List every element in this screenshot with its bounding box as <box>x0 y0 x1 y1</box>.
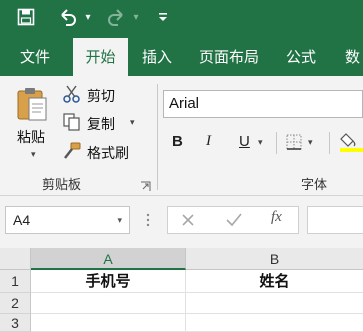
paste-button-label[interactable]: 粘贴 <box>17 127 45 147</box>
tab-insert[interactable]: 插入 <box>142 38 172 76</box>
paste-dropdown-icon[interactable]: ▾ <box>31 150 36 160</box>
redo-icon[interactable] <box>103 0 129 34</box>
customize-qat-icon[interactable] <box>155 0 171 34</box>
font-group-label: 字体 <box>301 178 328 193</box>
cell-b1[interactable]: 姓名 <box>186 270 363 293</box>
cell-b3[interactable] <box>186 314 363 332</box>
worksheet-grid: A B 1 2 3 手机号 姓名 <box>0 248 363 332</box>
formula-buttons: fx <box>167 206 299 234</box>
clipboard-group-label: 剪贴板 <box>42 178 82 193</box>
row-header-2[interactable]: 2 <box>0 293 31 314</box>
undo-dropdown-icon[interactable]: ▾ <box>81 0 95 34</box>
tab-file[interactable]: 文件 <box>20 38 50 76</box>
redo-dropdown-icon[interactable]: ▾ <box>129 0 143 34</box>
tab-page-layout[interactable]: 页面布局 <box>199 38 259 76</box>
dialog-launcher-icon[interactable] <box>140 177 151 191</box>
tab-data[interactable]: 数 <box>345 38 360 76</box>
scissors-icon[interactable] <box>63 85 81 103</box>
cell-a3[interactable] <box>31 314 186 332</box>
column-header-b[interactable]: B <box>186 248 363 270</box>
italic-button[interactable]: I <box>206 133 211 150</box>
borders-icon[interactable] <box>286 134 302 150</box>
copy-button[interactable]: 复制 <box>87 114 115 134</box>
title-bar: ▾ ▾ <box>0 0 363 38</box>
underline-button[interactable]: U <box>239 133 250 150</box>
splitter-handle-icon[interactable] <box>146 212 150 228</box>
cancel-icon[interactable] <box>180 212 196 228</box>
cell-a2[interactable] <box>31 293 186 314</box>
format-painter-button[interactable]: 格式刷 <box>87 143 129 163</box>
name-box-dropdown-icon[interactable]: ▾ <box>117 207 122 233</box>
name-box-value: A4 <box>13 212 31 228</box>
insert-function-button[interactable]: fx <box>271 209 282 226</box>
cut-button[interactable]: 剪切 <box>87 86 115 106</box>
tab-formulas[interactable]: 公式 <box>286 38 316 76</box>
cell-a1[interactable]: 手机号 <box>31 270 186 293</box>
font-divider-2 <box>329 132 330 154</box>
column-header-a[interactable]: A <box>31 248 186 270</box>
paste-icon[interactable] <box>15 86 49 122</box>
format-painter-icon[interactable] <box>63 142 81 160</box>
row-header-1[interactable]: 1 <box>0 270 31 293</box>
fill-color-icon[interactable] <box>340 131 363 153</box>
enter-check-icon[interactable] <box>225 212 243 228</box>
borders-dropdown-icon[interactable]: ▾ <box>308 138 313 148</box>
underline-dropdown-icon[interactable]: ▾ <box>258 138 263 148</box>
select-all-corner[interactable] <box>0 248 31 270</box>
copy-dropdown-icon[interactable]: ▾ <box>130 118 135 128</box>
copy-icon[interactable] <box>63 113 81 131</box>
font-divider <box>276 132 277 154</box>
ribbon-tabs: 文件 开始 插入 页面布局 公式 数 <box>0 38 363 76</box>
formula-input[interactable] <box>307 206 363 234</box>
save-icon[interactable] <box>12 0 40 34</box>
row-header-3[interactable]: 3 <box>0 314 31 332</box>
tab-home[interactable]: 开始 <box>73 38 128 76</box>
font-name-input[interactable]: Arial <box>163 90 363 118</box>
undo-icon[interactable] <box>55 0 81 34</box>
name-box[interactable]: A4 ▾ <box>5 206 130 234</box>
bold-button[interactable]: B <box>172 133 183 150</box>
group-divider <box>157 84 158 190</box>
cell-b2[interactable] <box>186 293 363 314</box>
